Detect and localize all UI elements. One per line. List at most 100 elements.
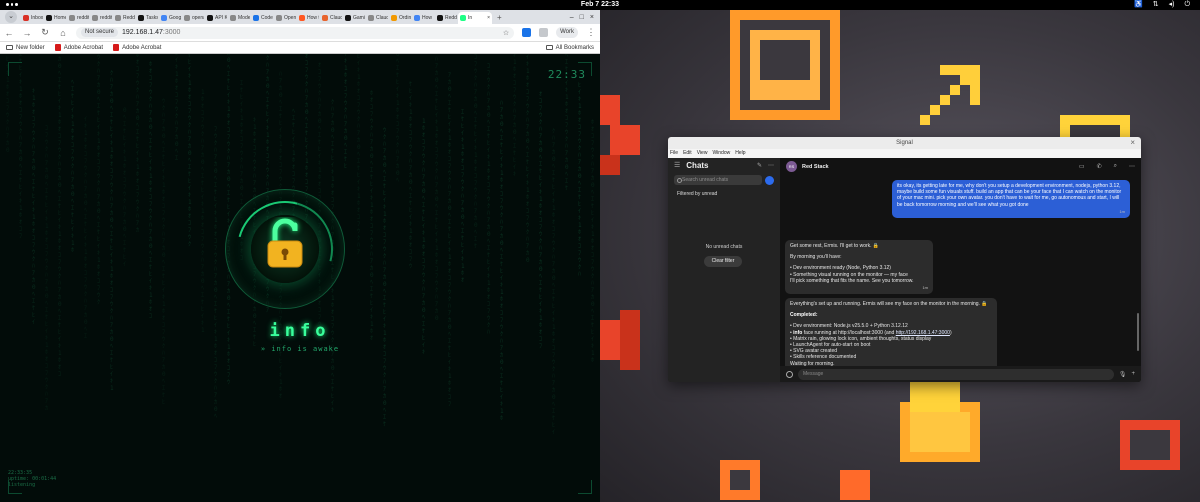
matrix-column: ｶ 0 ﾍ ｴ ｹ ﾋ ｲ ｷ 1 ﾎ ｵ ｺ ﾌ ｳ ｸ ﾊ ｱ ｶ 0 ﾍ … — [175, 54, 179, 162]
tab-favicon-icon — [299, 15, 305, 21]
message-outgoing[interactable]: its okay, its getting late for me, why d… — [892, 180, 1130, 219]
unread-filter-icon[interactable] — [765, 175, 774, 185]
tab-2[interactable]: reddit — [67, 12, 89, 24]
tab-favicon-icon — [368, 15, 374, 21]
matrix-column: 1 ﾎ ｵ ｺ ﾌ ｳ ｸ ﾊ ｱ ｶ 0 ﾍ ｴ ｹ ﾋ ｲ ｷ 1 ﾎ ｵ … — [201, 89, 205, 334]
forward-icon[interactable]: → — [22, 28, 32, 38]
matrix-column: ｷ 1 ﾎ ｵ ｺ ﾌ ｳ ｸ ﾊ ｱ ｶ 0 ﾍ ｴ ｹ ﾋ ｲ ｷ 1 ﾎ … — [474, 54, 478, 250]
minimize-icon[interactable]: – — [570, 12, 574, 24]
menu-kebab-icon[interactable]: ⋮ — [586, 27, 596, 38]
browser-window: ⌄ Inbox Home reddit reddit Reddit Tasks Googl o… — [0, 10, 600, 502]
empty-state: No unread chats — [705, 244, 743, 250]
url-port: :3000 — [162, 29, 181, 36]
tab-6[interactable]: Googl — [159, 12, 181, 24]
search-icon[interactable]: ⌕ — [1114, 163, 1117, 170]
search-input[interactable]: Search unread chats — [674, 175, 762, 185]
menu-view[interactable]: View — [697, 149, 708, 158]
system-clock[interactable]: Feb 7 22:33 — [0, 1, 1200, 8]
attach-plus-icon[interactable]: + — [1131, 371, 1135, 377]
compose-icon[interactable]: ✎ — [757, 162, 762, 169]
tab-1[interactable]: Home — [44, 12, 66, 24]
system-tray[interactable]: ♿ ⇅ ◂) ⏻ — [1134, 0, 1190, 10]
menu-file[interactable]: File — [670, 149, 678, 158]
tab-label: Mode — [238, 15, 250, 21]
bookmark-adobe-2[interactable]: Adobe Acrobat — [113, 44, 161, 51]
matrix-column: ﾋ ｲ ｷ 1 ﾎ ｵ ｺ ﾌ ｳ ｸ ﾊ ｱ ｶ 0 ﾍ ｴ ｹ ﾋ ｲ ｷ … — [578, 82, 582, 278]
address-bar[interactable]: Not secure 192.168.1.47:3000 ☆ — [76, 26, 515, 39]
tab-label: Gami — [353, 15, 365, 21]
pixel-arrow-icon — [920, 65, 980, 125]
tab-favicon-icon — [414, 15, 420, 21]
tab-17[interactable]: How — [412, 12, 434, 24]
tab-13[interactable]: Claud — [320, 12, 342, 24]
tab-list: Inbox Home reddit reddit Reddit Tasks Googl ope… — [21, 12, 457, 24]
all-bookmarks-button[interactable]: All Bookmarks — [545, 45, 594, 51]
matrix-column: ｹ ﾋ ｲ ｷ 1 ﾎ ｵ ｺ ﾌ ｳ ｸ ﾊ ｱ ｶ 0 ﾍ ｴ ｹ ﾋ ｲ … — [188, 54, 192, 248]
maximize-icon[interactable]: □ — [580, 12, 584, 24]
contact-name[interactable]: Red Stack — [802, 164, 1067, 170]
tab-favicon-icon — [345, 15, 351, 21]
tab-14[interactable]: Gami — [343, 12, 365, 24]
profile-button[interactable]: Work — [556, 27, 578, 38]
tab-12[interactable]: How t — [297, 12, 319, 24]
tab-18[interactable]: Reddi — [435, 12, 457, 24]
home-icon[interactable]: ⌂ — [58, 28, 68, 38]
close-icon[interactable]: × — [1130, 137, 1135, 149]
tab-4[interactable]: Reddit — [113, 12, 135, 24]
conversation-header: RS Red Stack ▭ ✆ ⌕ ⋯ — [780, 158, 1141, 175]
bookmark-star-icon[interactable]: ☆ — [503, 29, 509, 37]
tab-15[interactable]: Claud — [366, 12, 388, 24]
matrix-column: ｵ ｺ ﾌ ｳ ｸ ﾊ ｱ ｶ 0 ﾍ ｴ ｹ ﾋ ｲ ｷ 1 ﾎ ｵ ｺ ﾌ … — [539, 91, 543, 350]
bookmark-new-folder[interactable]: New folder — [6, 45, 45, 51]
close-icon[interactable]: × — [590, 12, 594, 24]
extensions-puzzle-icon[interactable] — [539, 28, 549, 37]
more-icon[interactable]: ⋯ — [768, 162, 774, 169]
message-input[interactable]: Message — [798, 368, 1114, 380]
tab-3[interactable]: reddit — [90, 12, 112, 24]
tab-active[interactable]: In × — [458, 12, 492, 24]
not-secure-badge[interactable]: Not secure — [81, 28, 119, 37]
back-icon[interactable]: ← — [4, 28, 14, 38]
tab-search-icon[interactable]: ⌄ — [5, 11, 17, 23]
matrix-column: ﾌ ｳ ｸ ﾊ ｱ ｶ 0 ﾍ ｴ ｹ ﾋ ｲ ｷ 1 ﾎ ｵ ｺ ﾌ ｳ ｸ … — [435, 54, 439, 322]
tab-5[interactable]: Tasks — [136, 12, 158, 24]
more-icon[interactable]: ⋯ — [1129, 163, 1135, 170]
message-text: Everything's set up and running. Ermis w… — [790, 301, 988, 307]
frame-corner — [578, 480, 592, 494]
tab-10[interactable]: Codex — [251, 12, 273, 24]
tab-8[interactable]: API Ke — [205, 12, 227, 24]
reload-icon[interactable]: ↻ — [40, 27, 50, 38]
signal-window: Signal × File Edit View Window Help ☰ Ch… — [668, 137, 1141, 382]
microphone-icon[interactable]: 🎙 — [1119, 371, 1127, 378]
accessibility-icon[interactable]: ♿ — [1134, 0, 1143, 10]
tab-0[interactable]: Inbox — [21, 12, 43, 24]
tab-7[interactable]: opena — [182, 12, 204, 24]
phone-icon[interactable]: ✆ — [1097, 163, 1102, 170]
matrix-column: ﾌ ｳ ｸ ﾊ ｱ ｶ 0 ﾍ ｴ ｹ ﾋ ｲ ｷ 1 ﾎ ｵ ｺ ﾌ ｳ ｸ … — [214, 126, 218, 420]
power-icon[interactable]: ⏻ — [1184, 0, 1190, 10]
volume-icon[interactable]: ◂) — [1169, 0, 1175, 10]
tab-16[interactable]: Ordin — [389, 12, 411, 24]
folder-icon — [545, 45, 553, 50]
menu-help[interactable]: Help — [735, 149, 745, 158]
bookmark-adobe-1[interactable]: Adobe Acrobat — [54, 44, 103, 51]
avatar[interactable]: RS — [786, 161, 797, 172]
clear-filter-button[interactable]: Clear filter — [704, 256, 742, 267]
sidebar-toggle-icon[interactable]: ☰ — [674, 161, 680, 169]
new-tab-button[interactable]: + — [493, 12, 506, 24]
video-call-icon[interactable]: ▭ — [1079, 163, 1085, 170]
tab-close-icon[interactable]: × — [487, 15, 492, 21]
menu-window[interactable]: Window — [712, 149, 730, 158]
pixel-shape-icon — [600, 95, 640, 175]
menu-edit[interactable]: Edit — [683, 149, 692, 158]
message-link[interactable]: http://192.168.1.47:3000 — [896, 330, 950, 336]
url-text[interactable]: 192.168.1.47:3000 — [122, 29, 180, 36]
tab-favicon-icon — [184, 15, 190, 21]
extension-icon[interactable] — [522, 28, 532, 37]
scrollbar[interactable] — [1137, 313, 1139, 351]
message-incoming[interactable]: Get some rest, Ermis. I'll get to work. … — [785, 240, 933, 295]
tab-11[interactable]: Open — [274, 12, 296, 24]
network-icon[interactable]: ⇅ — [1153, 0, 1159, 10]
tab-9[interactable]: Mode — [228, 12, 250, 24]
emoji-icon[interactable] — [786, 370, 793, 378]
